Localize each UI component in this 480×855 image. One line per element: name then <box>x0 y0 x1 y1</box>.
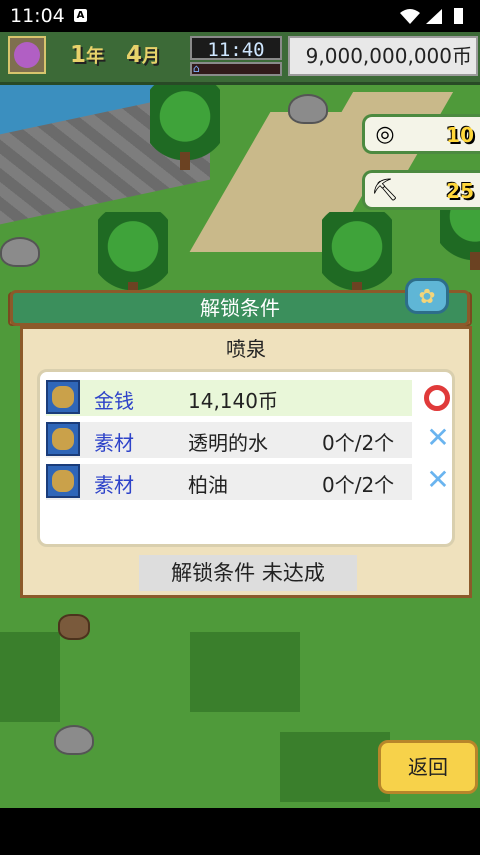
medal-value: 10 <box>446 123 474 147</box>
medal-icon: ◎ <box>375 122 395 147</box>
top-hud: 1年 4月 11:40 ⌂ 9,000,000,000币 <box>0 32 480 85</box>
avatar-ball-icon <box>14 42 40 68</box>
signal-icon <box>426 9 442 24</box>
requirement-name: 14,140币 <box>188 389 278 413</box>
grass-patch <box>190 632 300 712</box>
pickaxe-icon: ⛏ <box>371 178 399 203</box>
year-value: 1 <box>70 42 87 68</box>
unmet-cross-icon: ✕ <box>426 463 450 496</box>
paw-icon: ✿ <box>405 278 449 314</box>
bottom-bar <box>0 808 480 855</box>
medal-counter[interactable]: ◎ 10 <box>362 114 480 154</box>
requirements-list: 金钱 14,140币 素材 透明的水 0个/2个 ✕ 素材 柏油 0个/2个 ✕ <box>37 369 455 547</box>
unlock-dialog: 喷泉 金钱 14,140币 素材 透明的水 0个/2个 ✕ 素材 柏油 0个/2… <box>20 326 472 598</box>
month-value: 4 <box>126 42 143 68</box>
tree <box>322 212 392 300</box>
unmet-cross-icon: ✕ <box>426 421 450 454</box>
requirement-name: 透明的水 <box>188 431 268 455</box>
house-icon: ⌂ <box>193 62 200 75</box>
player-avatar[interactable] <box>8 36 46 74</box>
notification-a-icon: A <box>74 9 87 22</box>
pickaxe-counter[interactable]: ⛏ 25 <box>362 170 480 210</box>
status-time: 11:04 <box>10 5 65 27</box>
year-unit: 年 <box>86 46 105 67</box>
month-unit: 月 <box>142 46 161 67</box>
requirement-category: 素材 <box>94 473 134 497</box>
rock <box>54 725 94 755</box>
requirement-row: 金钱 14,140币 <box>46 380 412 416</box>
requirement-qty: 0个/2个 <box>322 431 395 455</box>
rock <box>288 94 328 124</box>
time-progress-bar <box>190 62 282 76</box>
money-counter: 9,000,000,000币 <box>288 36 478 76</box>
status-bar: 11:04 A <box>0 0 480 32</box>
dialog-title: 解锁条件 <box>10 290 470 326</box>
requirement-category: 素材 <box>94 431 134 455</box>
requirement-qty: 0个/2个 <box>322 473 395 497</box>
tree <box>98 212 168 300</box>
grass-patch <box>0 632 60 722</box>
requirement-row: 素材 柏油 0个/2个 <box>46 464 412 500</box>
gold-coins-icon <box>46 380 80 414</box>
pickaxe-value: 25 <box>446 179 474 203</box>
back-button[interactable]: 返回 <box>378 740 478 794</box>
bag-icon <box>46 422 80 456</box>
unlock-status: 解锁条件 未达成 <box>139 555 357 591</box>
battery-icon <box>454 8 463 24</box>
wifi-icon <box>400 9 420 24</box>
tree <box>150 82 220 170</box>
item-name: 喷泉 <box>226 337 266 361</box>
game-clock: 11:40 <box>190 36 282 61</box>
met-circle-icon <box>424 385 450 411</box>
requirement-name: 柏油 <box>188 473 228 497</box>
tree-stump <box>58 614 90 640</box>
bag-icon <box>46 464 80 498</box>
requirement-row: 素材 透明的水 0个/2个 <box>46 422 412 458</box>
status-icons <box>398 7 468 29</box>
rock <box>0 237 40 267</box>
grass-patch <box>280 732 390 802</box>
requirement-category: 金钱 <box>94 389 134 413</box>
game-date: 1年 4月 <box>70 42 160 68</box>
